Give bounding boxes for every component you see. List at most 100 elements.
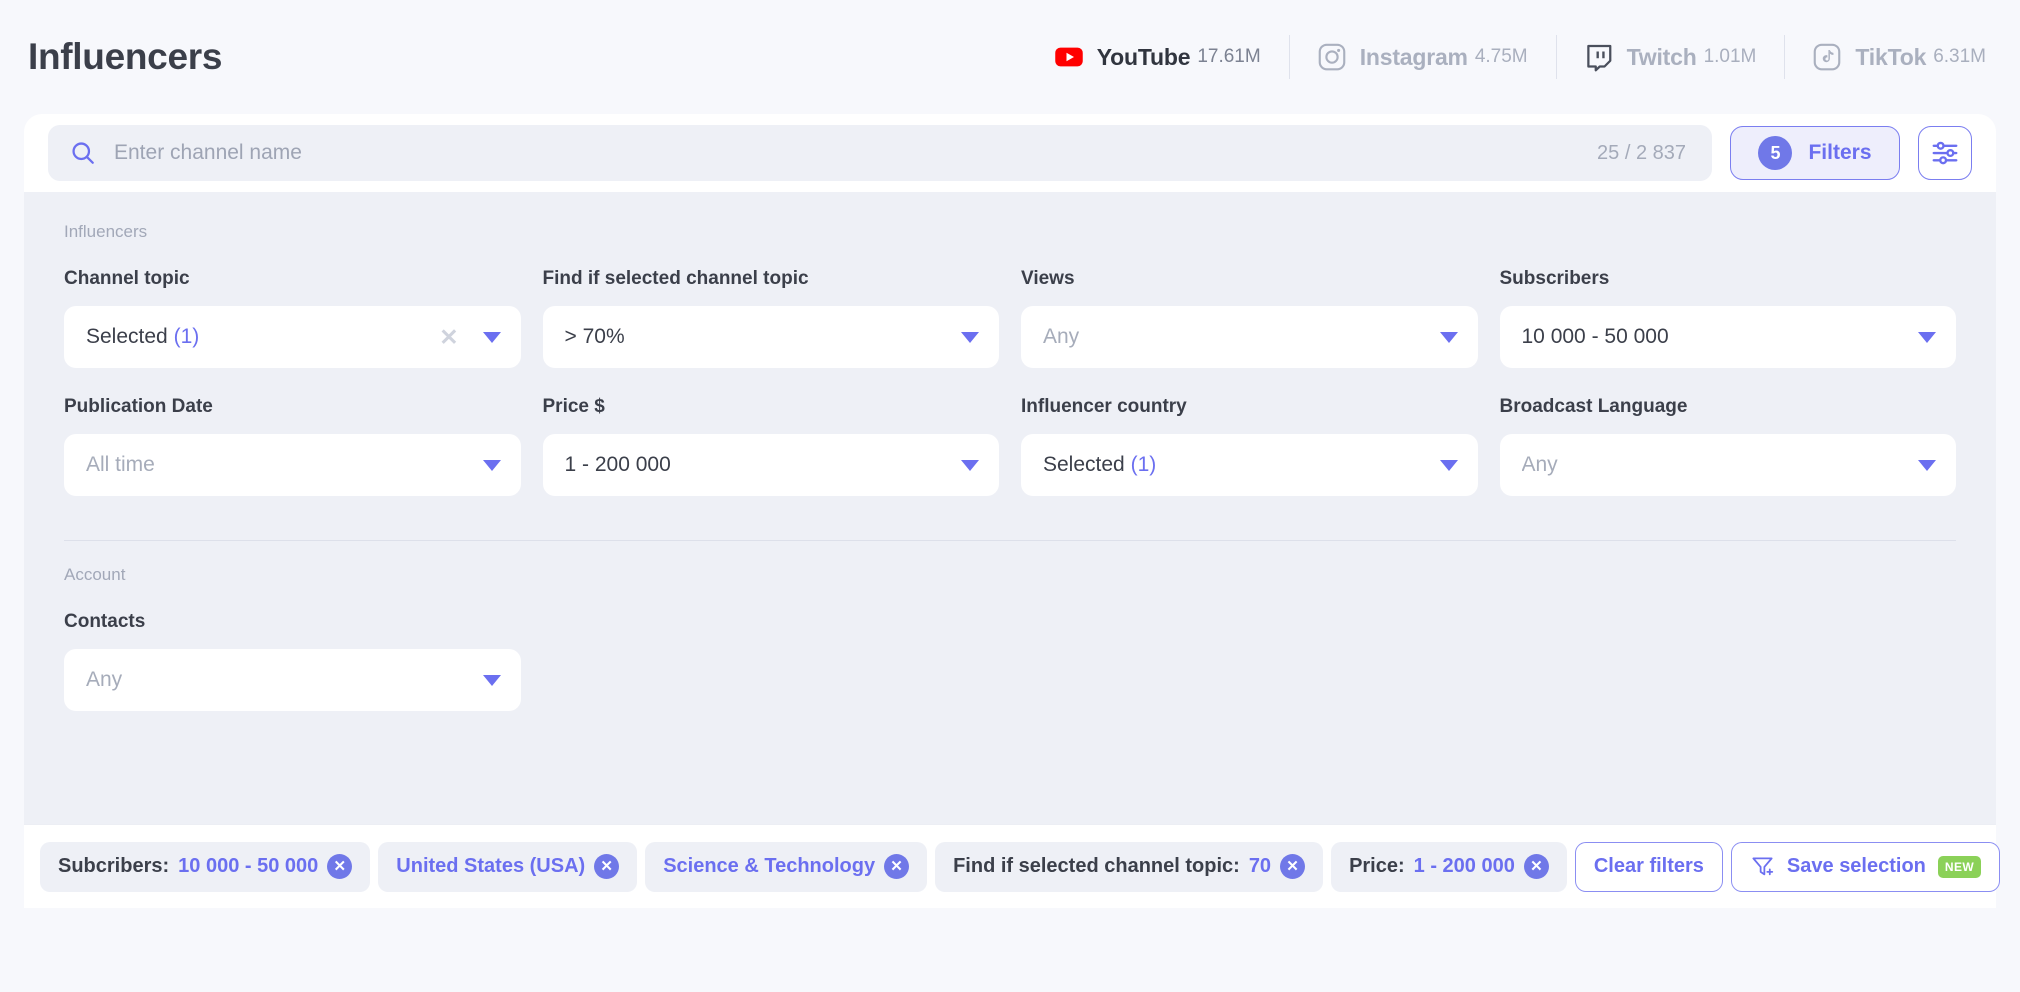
platform-tab-tiktok[interactable]: TikTok 6.31M [1784, 29, 1992, 85]
select-value: 1 - 200 000 [565, 453, 952, 477]
chip-value: 70 [1249, 855, 1271, 878]
page-header: Influencers YouTube 17.61M Instagram 4.7… [0, 0, 2020, 114]
page-title: Influencers [28, 36, 222, 78]
clear-channel-topic-icon[interactable]: ✕ [425, 326, 472, 349]
field-label: Publication Date [64, 396, 521, 418]
filter-field-publication-date: Publication Date All time [64, 396, 521, 496]
chip-remove-icon[interactable]: ✕ [884, 854, 909, 879]
chevron-down-icon[interactable] [1440, 460, 1458, 471]
chip-value: United States (USA) [396, 855, 585, 878]
chip-value: 10 000 - 50 000 [178, 855, 318, 878]
field-label: Broadcast Language [1500, 396, 1957, 418]
filter-field-broadcast-language: Broadcast Language Any [1500, 396, 1957, 496]
chevron-down-icon[interactable] [1918, 332, 1936, 343]
filter-field-views: Views Any [1021, 268, 1478, 368]
filter-chip: United States (USA) ✕ [378, 842, 637, 892]
chip-remove-icon[interactable]: ✕ [1280, 854, 1305, 879]
filter-field-price: Price $ 1 - 200 000 [543, 396, 1000, 496]
chevron-down-icon[interactable] [1440, 332, 1458, 343]
search-result-count: 25 / 2 837 [1597, 142, 1690, 165]
select-channel-topic[interactable]: Selected (1) ✕ [64, 306, 521, 368]
platform-count: 6.31M [1933, 46, 1986, 68]
account-block: Account Contacts Any [64, 541, 1956, 711]
select-topic-match[interactable]: > 70% [543, 306, 1000, 368]
chevron-down-icon[interactable] [961, 460, 979, 471]
account-filter-grid: Contacts Any [64, 611, 1956, 711]
filters-panel: Influencers Channel topic Selected (1) ✕… [24, 192, 1996, 824]
chip-label: Find if selected channel topic: [953, 855, 1240, 878]
field-label: Influencer country [1021, 396, 1478, 418]
filter-field-channel-topic: Channel topic Selected (1) ✕ [64, 268, 521, 368]
search-icon [70, 140, 96, 166]
select-value: Selected (1) [1043, 453, 1430, 477]
chevron-down-icon[interactable] [483, 332, 501, 343]
funnel-plus-icon [1750, 854, 1775, 879]
chip-value: 1 - 200 000 [1414, 855, 1515, 878]
chip-remove-icon[interactable]: ✕ [594, 854, 619, 879]
new-badge: NEW [1938, 856, 1981, 878]
select-broadcast-language[interactable]: Any [1500, 434, 1957, 496]
platform-name: YouTube [1097, 44, 1191, 71]
platform-tab-instagram[interactable]: Instagram 4.75M [1289, 29, 1556, 85]
platform-count: 4.75M [1475, 46, 1528, 68]
influencer-filter-grid: Channel topic Selected (1) ✕ Find if sel… [64, 268, 1956, 496]
select-value: Any [1043, 325, 1430, 349]
platform-tab-twitch[interactable]: Twitch 1.01M [1556, 29, 1785, 85]
chip-remove-icon[interactable]: ✕ [327, 854, 352, 879]
filter-field-topic-match: Find if selected channel topic > 70% [543, 268, 1000, 368]
filter-chip: Subcribers: 10 000 - 50 000 ✕ [40, 842, 370, 892]
search-input[interactable] [114, 141, 1579, 165]
platform-name: Twitch [1627, 44, 1697, 71]
platform-tab-youtube[interactable]: YouTube 17.61M [1026, 29, 1289, 85]
filters-button[interactable]: 5 Filters [1730, 126, 1900, 180]
save-selection-label: Save selection [1787, 855, 1926, 878]
clear-filters-label: Clear filters [1594, 855, 1704, 878]
filter-settings-button[interactable] [1918, 126, 1972, 180]
filter-chip: Science & Technology ✕ [645, 842, 927, 892]
platform-count: 1.01M [1704, 46, 1757, 68]
chip-remove-icon[interactable]: ✕ [1524, 854, 1549, 879]
select-value: > 70% [565, 325, 952, 349]
save-selection-button[interactable]: Save selection NEW [1731, 842, 2000, 892]
field-label: Channel topic [64, 268, 521, 290]
platform-count: 17.61M [1197, 46, 1260, 68]
select-subscribers[interactable]: 10 000 - 50 000 [1500, 306, 1957, 368]
sliders-icon [1930, 138, 1960, 168]
search-box[interactable]: 25 / 2 837 [48, 125, 1712, 181]
tiktok-icon [1812, 42, 1842, 72]
select-views[interactable]: Any [1021, 306, 1478, 368]
filters-count-badge: 5 [1758, 136, 1792, 170]
instagram-icon [1317, 42, 1347, 72]
platform-name: Instagram [1360, 44, 1468, 71]
select-value: 10 000 - 50 000 [1522, 325, 1909, 349]
chip-value: Science & Technology [663, 855, 875, 878]
select-contacts[interactable]: Any [64, 649, 521, 711]
chevron-down-icon[interactable] [483, 675, 501, 686]
filters-button-label: Filters [1808, 141, 1871, 165]
clear-filters-button[interactable]: Clear filters [1575, 842, 1723, 892]
chevron-down-icon[interactable] [961, 332, 979, 343]
select-value: Any [86, 668, 473, 692]
field-label: Price $ [543, 396, 1000, 418]
select-value: All time [86, 453, 473, 477]
search-card: 25 / 2 837 5 Filters [24, 114, 1996, 192]
select-price[interactable]: 1 - 200 000 [543, 434, 1000, 496]
select-influencer-country[interactable]: Selected (1) [1021, 434, 1478, 496]
field-label: Contacts [64, 611, 521, 633]
chip-label: Subcribers: [58, 855, 169, 878]
twitch-icon [1584, 42, 1614, 72]
active-filters-bar: Subcribers: 10 000 - 50 000 ✕ United Sta… [24, 824, 1996, 908]
platform-tabs: YouTube 17.61M Instagram 4.75M Twitch 1.… [1026, 29, 1992, 85]
field-label: Find if selected channel topic [543, 268, 1000, 290]
field-label: Subscribers [1500, 268, 1957, 290]
chip-label: Price: [1349, 855, 1405, 878]
filter-chip: Find if selected channel topic: 70 ✕ [935, 842, 1323, 892]
select-value: Any [1522, 453, 1909, 477]
chevron-down-icon[interactable] [483, 460, 501, 471]
platform-name: TikTok [1855, 44, 1926, 71]
filter-field-influencer-country: Influencer country Selected (1) [1021, 396, 1478, 496]
chevron-down-icon[interactable] [1918, 460, 1936, 471]
select-publication-date[interactable]: All time [64, 434, 521, 496]
select-value: Selected (1) [86, 325, 415, 349]
filter-field-subscribers: Subscribers 10 000 - 50 000 [1500, 268, 1957, 368]
